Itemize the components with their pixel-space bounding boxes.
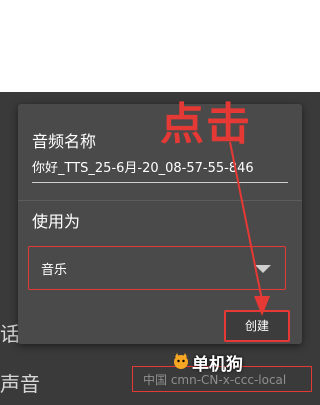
dog-logo-icon — [174, 353, 188, 369]
annotation-arrow-icon — [229, 141, 270, 316]
watermark-text: 单机狗 — [192, 355, 243, 375]
annotation-click-label: 点击 — [160, 99, 252, 150]
